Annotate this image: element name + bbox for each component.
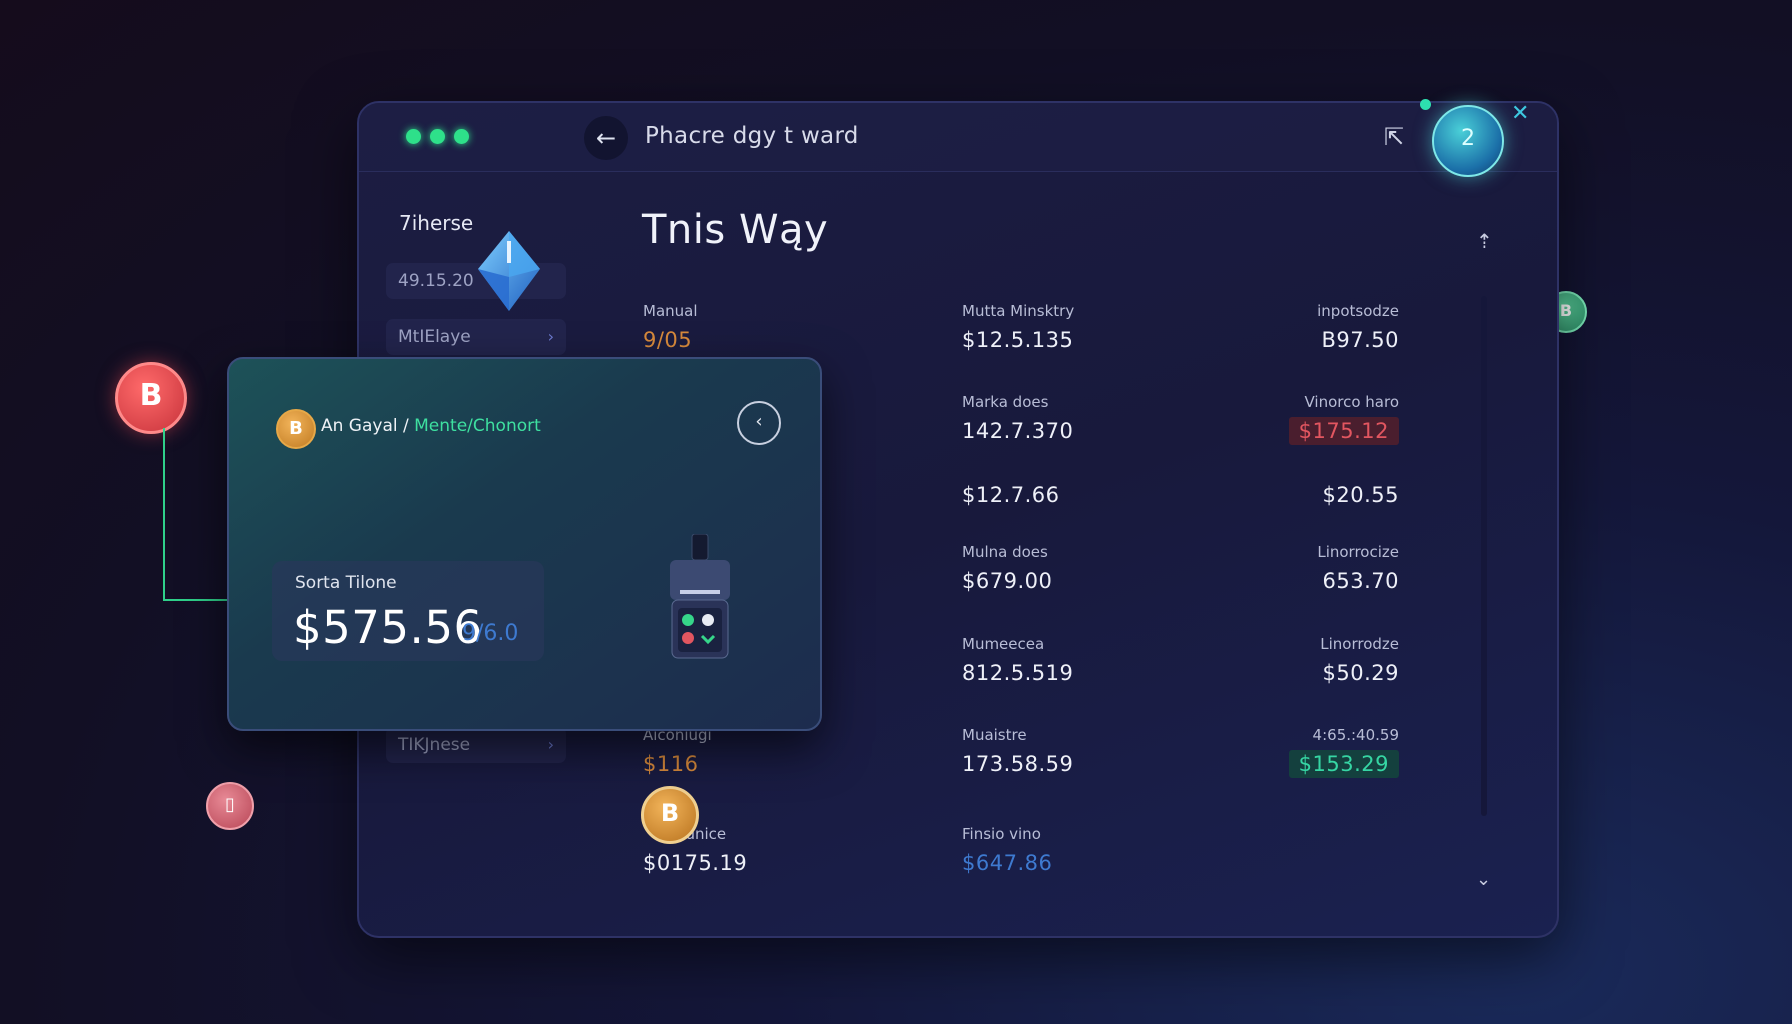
cell-label: Mumeecea	[962, 635, 1045, 653]
card-back-button[interactable]: ‹	[737, 401, 781, 445]
cell-label: Linorrodze	[1320, 635, 1399, 653]
sidebar-item-label: TIKJnese	[398, 735, 471, 755]
title-bar: ← Phacre dgy t ward ⇱ 2 ✕	[359, 99, 1557, 177]
share-icon[interactable]: ⇱	[1384, 123, 1404, 151]
connector-line	[163, 599, 229, 601]
scroll-down-icon[interactable]: ⌄	[1476, 869, 1491, 890]
cell-label: 4:65.:40.59	[1312, 726, 1399, 744]
page-title: Tnis Wąy	[642, 207, 829, 253]
data-cell: Marka does 142.7.370	[962, 393, 1073, 443]
bitcoin-coin-icon-red: B	[115, 362, 187, 434]
cell-label: Finsio vino	[962, 825, 1041, 843]
data-cell: 4:65.:40.59 $153.29	[1288, 726, 1399, 778]
sidebar-item[interactable]: TIKJnese ›	[386, 727, 566, 763]
sidebar-item-label: MtIElaye	[398, 327, 471, 347]
cell-value: $647.86	[962, 851, 1053, 875]
data-cell: inpotsodze B97.50	[1317, 302, 1399, 352]
data-cell: Aiconiugi $116	[643, 726, 712, 776]
data-cell: Mumeecea 812.5.519	[962, 635, 1073, 685]
balance-sub-value: 9/6.0	[462, 621, 519, 646]
cell-value: $0175.19	[643, 851, 748, 875]
data-cell: Linorrocize 653.70	[1317, 543, 1399, 593]
balance-box: Sorta Tilone $575.56 9/6.0	[272, 561, 544, 661]
wallet-device-icon	[670, 534, 730, 659]
window-dot-icon[interactable]	[406, 129, 421, 144]
positive-value-badge: $153.29	[1288, 750, 1399, 778]
cell-value: 173.58.59	[962, 752, 1074, 776]
sidebar-title: 7iherse	[399, 211, 474, 235]
cell-value: 812.5.519	[962, 661, 1074, 685]
cell-value: $12.7.66	[962, 483, 1060, 507]
window-title: Phacre dgy t ward	[645, 123, 859, 149]
bitcoin-coin-icon-gold: B	[641, 786, 699, 844]
cell-value: $20.55	[1322, 483, 1399, 507]
connector-line	[163, 428, 165, 600]
data-cell: Mulna does $679.00	[962, 543, 1052, 593]
breadcrumb: An Gayal / Mente/Chonort	[321, 416, 541, 436]
data-cell: Finsio vino $647.86	[962, 825, 1052, 875]
breadcrumb-main: An Gayal /	[321, 416, 409, 436]
window-dot-icon[interactable]	[454, 129, 469, 144]
avatar[interactable]: 2	[1432, 105, 1504, 177]
balance-label: Sorta Tilone	[295, 573, 397, 593]
data-cell: Linorrodze $50.29	[1320, 635, 1399, 685]
chevron-right-icon: ›	[547, 327, 554, 346]
cell-value: B97.50	[1321, 328, 1399, 352]
data-cell: Mutta Minsktry $12.5.135	[962, 302, 1074, 352]
cell-label: Vinorco haro	[1304, 393, 1399, 411]
data-cell: $12.7.66	[962, 475, 1060, 507]
cell-value: 653.70	[1322, 569, 1399, 593]
balance-value: $575.56	[293, 601, 483, 654]
cell-value: 9/05	[643, 328, 693, 352]
cell-value: $679.00	[962, 569, 1053, 593]
window-dot-icon[interactable]	[430, 129, 445, 144]
data-cell: Manual 9/05	[643, 302, 698, 352]
sidebar-item[interactable]: MtIElaye ›	[386, 319, 566, 355]
cell-value: $116	[643, 752, 699, 776]
data-cell: Muaistre 173.58.59	[962, 726, 1073, 776]
scroll-up-icon[interactable]: ⇡	[1476, 229, 1493, 253]
lock-coin-icon: ▯	[206, 782, 254, 830]
chevron-right-icon: ›	[547, 735, 554, 754]
negative-value-badge: $175.12	[1288, 417, 1399, 445]
balance-card[interactable]: B An Gayal / Mente/Chonort ‹ Sorta Tilon…	[227, 357, 822, 731]
cell-label: inpotsodze	[1317, 302, 1399, 320]
crystal-gem-icon	[478, 231, 540, 311]
back-arrow-icon[interactable]: ←	[584, 116, 628, 160]
data-cell: $20.55	[1323, 475, 1399, 507]
cell-label: Mutta Minsktry	[962, 302, 1075, 320]
scrollbar[interactable]	[1481, 296, 1487, 816]
cell-value: 142.7.370	[962, 419, 1074, 443]
breadcrumb-accent[interactable]: Mente/Chonort	[414, 416, 541, 436]
cell-label: Manual	[643, 302, 698, 320]
bitcoin-icon: B	[276, 409, 316, 449]
online-status-dot	[1420, 99, 1431, 110]
cell-label: Linorrocize	[1317, 543, 1399, 561]
sidebar-item-label: 49.15.20	[398, 271, 474, 291]
cell-value: $12.5.135	[962, 328, 1074, 352]
cell-label: Marka does	[962, 393, 1049, 411]
cell-label: Muaistre	[962, 726, 1027, 744]
cell-value: $50.29	[1322, 661, 1399, 685]
data-cell: Vinorco haro $175.12	[1288, 393, 1399, 445]
close-icon[interactable]: ✕	[1511, 101, 1529, 126]
cell-label: Mulna does	[962, 543, 1048, 561]
